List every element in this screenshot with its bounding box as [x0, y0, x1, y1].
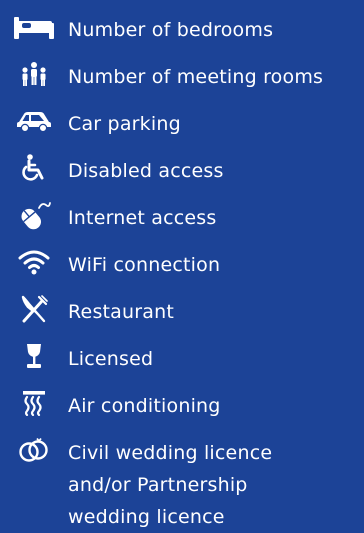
people-group-icon: [14, 57, 54, 91]
legend-item-wedding-licence: Civil wedding licence and/or Partnership…: [0, 429, 364, 528]
facilities-legend: Number of bedrooms Number of meeting roo…: [0, 0, 364, 528]
wifi-icon: [14, 245, 54, 279]
air-conditioning-icon: [14, 386, 54, 420]
legend-item-licensed: Licensed: [0, 335, 364, 375]
knife-fork-icon: [14, 292, 54, 326]
legend-item-disabled-access: Disabled access: [0, 147, 364, 187]
legend-label-wedding-line-3: wedding licence: [68, 506, 225, 528]
legend-label-wedding-line-2: and/or Partnership: [68, 474, 248, 496]
legend-label-wedding-line-1: Civil wedding licence: [68, 442, 273, 464]
legend-item-meeting-rooms: Number of meeting rooms: [0, 53, 364, 93]
legend-item-internet-access: Internet access: [0, 194, 364, 234]
legend-label-restaurant: Restaurant: [68, 301, 175, 323]
legend-label-licensed: Licensed: [68, 348, 154, 370]
wedding-rings-icon: [14, 433, 54, 467]
legend-label-internet-access: Internet access: [68, 207, 217, 229]
legend-item-wifi: WiFi connection: [0, 241, 364, 281]
legend-label-wedding-licence: Civil wedding licence and/or Partnership…: [68, 437, 348, 533]
legend-label-wifi: WiFi connection: [68, 254, 221, 276]
legend-item-air-conditioning: Air conditioning: [0, 382, 364, 422]
bed-icon: [14, 10, 54, 44]
mouse-icon: [14, 198, 54, 232]
legend-label-air-conditioning: Air conditioning: [68, 395, 221, 417]
car-icon: [14, 104, 54, 138]
legend-label-meeting-rooms: Number of meeting rooms: [68, 66, 324, 88]
legend-item-car-parking: Car parking: [0, 100, 364, 140]
legend-item-restaurant: Restaurant: [0, 288, 364, 328]
legend-label-disabled-access: Disabled access: [68, 160, 224, 182]
wheelchair-icon: [14, 151, 54, 185]
legend-label-car-parking: Car parking: [68, 113, 181, 135]
legend-item-bedrooms: Number of bedrooms: [0, 6, 364, 46]
wine-glass-icon: [14, 339, 54, 373]
legend-label-bedrooms: Number of bedrooms: [68, 19, 274, 41]
